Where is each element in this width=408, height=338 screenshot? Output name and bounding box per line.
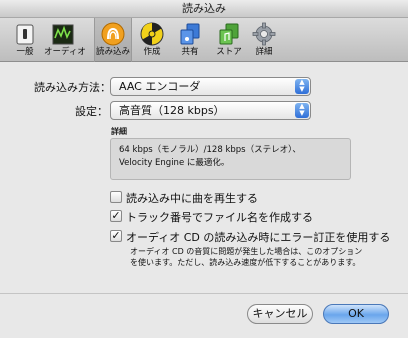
tab-audio[interactable]: オーディオ: [44, 20, 86, 60]
tab-burn[interactable]: 作成: [133, 20, 171, 60]
import-method-popup[interactable]: AAC エンコーダ ▲ ▼: [110, 77, 311, 96]
error-correction-label: オーディオ CD の読み込み時にエラー訂正を使用する: [126, 231, 391, 244]
preferences-window: 読み込み 一般 オーディオ 読み込み 作成 共有 ストア 詳細 読み込み方法： …: [0, 0, 408, 338]
detail-description: 64 kbps（モノラル）/128 kbps（ステレオ）、 Velocity E…: [110, 138, 351, 180]
cancel-button[interactable]: キャンセル: [247, 304, 313, 324]
setting-value: 高音質（128 kbps）: [119, 104, 225, 117]
ok-button[interactable]: OK: [323, 304, 389, 324]
preferences-toolbar: 一般 オーディオ 読み込み 作成 共有 ストア 詳細: [0, 18, 408, 62]
import-method-value: AAC エンコーダ: [119, 80, 201, 93]
switch-icon: [13, 22, 37, 46]
share-icon: [178, 22, 202, 46]
setting-label: 設定：: [75, 105, 108, 118]
setting-popup[interactable]: 高音質（128 kbps） ▲ ▼: [110, 101, 311, 120]
tab-sharing[interactable]: 共有: [171, 20, 209, 60]
gear-icon: [252, 22, 276, 46]
tab-import[interactable]: 読み込み: [94, 18, 132, 62]
popup-arrows-icon: ▲ ▼: [295, 79, 309, 94]
import-method-label: 読み込み方法：: [34, 81, 111, 94]
tab-general[interactable]: 一般: [6, 20, 44, 60]
window-title: 読み込み: [0, 0, 408, 18]
track-numbers-label: トラック番号でファイル名を作成する: [126, 211, 313, 224]
divider: [0, 293, 408, 294]
play-while-importing-label: 読み込み中に曲を再生する: [126, 192, 258, 205]
tab-store[interactable]: ストア: [210, 20, 248, 60]
detail-line-2: Velocity Engine に最適化。: [119, 158, 230, 168]
play-while-importing-checkbox[interactable]: [110, 191, 122, 203]
error-correction-note: オーディオ CD の音質に問題が発生した場合は、このオプション を使います。ただ…: [130, 247, 363, 267]
import-settings-panel: 読み込み方法： AAC エンコーダ ▲ ▼ 設定： 高音質（128 kbps） ▲…: [0, 63, 408, 338]
track-numbers-checkbox[interactable]: ✓: [110, 210, 122, 222]
burn-icon: [140, 22, 164, 46]
store-icon: [217, 22, 241, 46]
tab-advanced[interactable]: 詳細: [245, 20, 283, 60]
equalizer-icon: [51, 22, 75, 46]
import-cd-icon: [101, 22, 125, 46]
error-correction-checkbox[interactable]: ✓: [110, 230, 122, 242]
popup-arrows-icon: ▲ ▼: [295, 103, 309, 118]
detail-heading: 詳細: [111, 127, 127, 136]
detail-line-1: 64 kbps（モノラル）/128 kbps（ステレオ）、: [119, 145, 301, 155]
